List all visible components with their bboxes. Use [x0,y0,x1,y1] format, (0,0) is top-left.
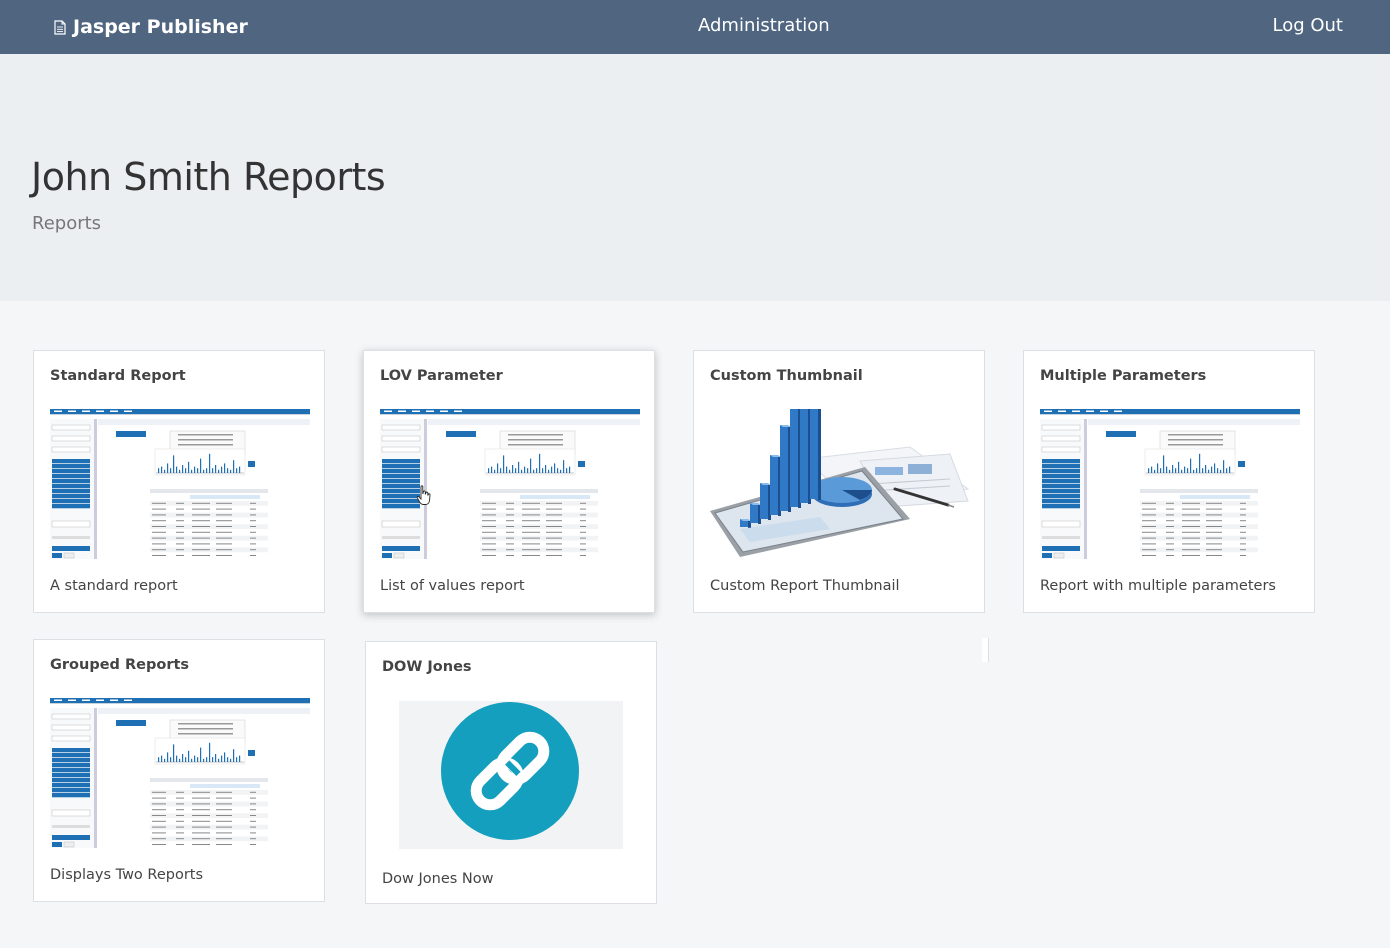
report-card-title: Grouped Reports [50,657,190,673]
report-thumbnail[interactable] [710,409,970,559]
administration-link[interactable]: Administration [698,15,830,36]
page-subtitle: Reports [32,213,102,234]
hand-cursor-icon [416,485,431,505]
report-thumbnail[interactable] [50,698,310,848]
report-card[interactable]: LOV Parameter List of values report [363,350,655,613]
report-card-description: Displays Two Reports [50,867,204,883]
report-card-title: LOV Parameter [380,368,503,384]
report-screenshot-thumbnail [380,409,640,559]
3d-bar [770,455,778,515]
report-card-title: DOW Jones [382,659,472,675]
3d-bar [790,409,798,507]
3d-bar-chart-tablet-image [710,409,970,557]
report-thumbnail[interactable] [50,409,310,559]
report-screenshot-thumbnail [50,409,310,559]
logout-link[interactable]: Log Out [1272,15,1343,36]
report-card-description: List of values report [380,578,525,594]
report-card-title: Standard Report [50,368,186,384]
report-card-title: Custom Thumbnail [710,368,863,384]
link-icon [441,702,579,840]
layout-fragment [982,638,989,662]
brand-label: Jasper Publisher [73,16,248,38]
3d-bar [810,409,818,499]
report-card-description: Custom Report Thumbnail [710,578,900,594]
report-card-description: Dow Jones Now [382,871,494,887]
top-navbar: Jasper Publisher Administration Log Out [0,0,1390,54]
3d-bar [780,425,788,511]
3d-bar [760,483,768,519]
report-thumbnail[interactable] [380,409,640,559]
3d-bar [800,409,808,503]
report-screenshot-thumbnail [1040,409,1300,559]
page-title: John Smith Reports [31,155,386,199]
report-card-description: A standard report [50,578,178,594]
document-icon [54,19,66,35]
report-card-description: Report with multiple parameters [1040,578,1276,594]
report-card[interactable]: Standard Report A standard report [33,350,325,613]
report-thumbnail[interactable] [399,701,623,849]
report-thumbnail[interactable] [1040,409,1300,559]
report-card-title: Multiple Parameters [1040,368,1207,384]
3d-bar-side [818,409,821,500]
report-card[interactable]: Custom Thumbnail Custom Report Thumbnail [693,350,985,613]
report-card[interactable]: DOW Jones Dow Jones Now [365,641,657,904]
3d-bar [750,503,758,523]
brand-link[interactable]: Jasper Publisher [54,14,248,40]
report-card[interactable]: Grouped Reports Displays Two Reports [33,639,325,902]
report-screenshot-thumbnail [50,698,310,848]
report-card[interactable]: Multiple Parameters Report with multiple… [1023,350,1315,613]
